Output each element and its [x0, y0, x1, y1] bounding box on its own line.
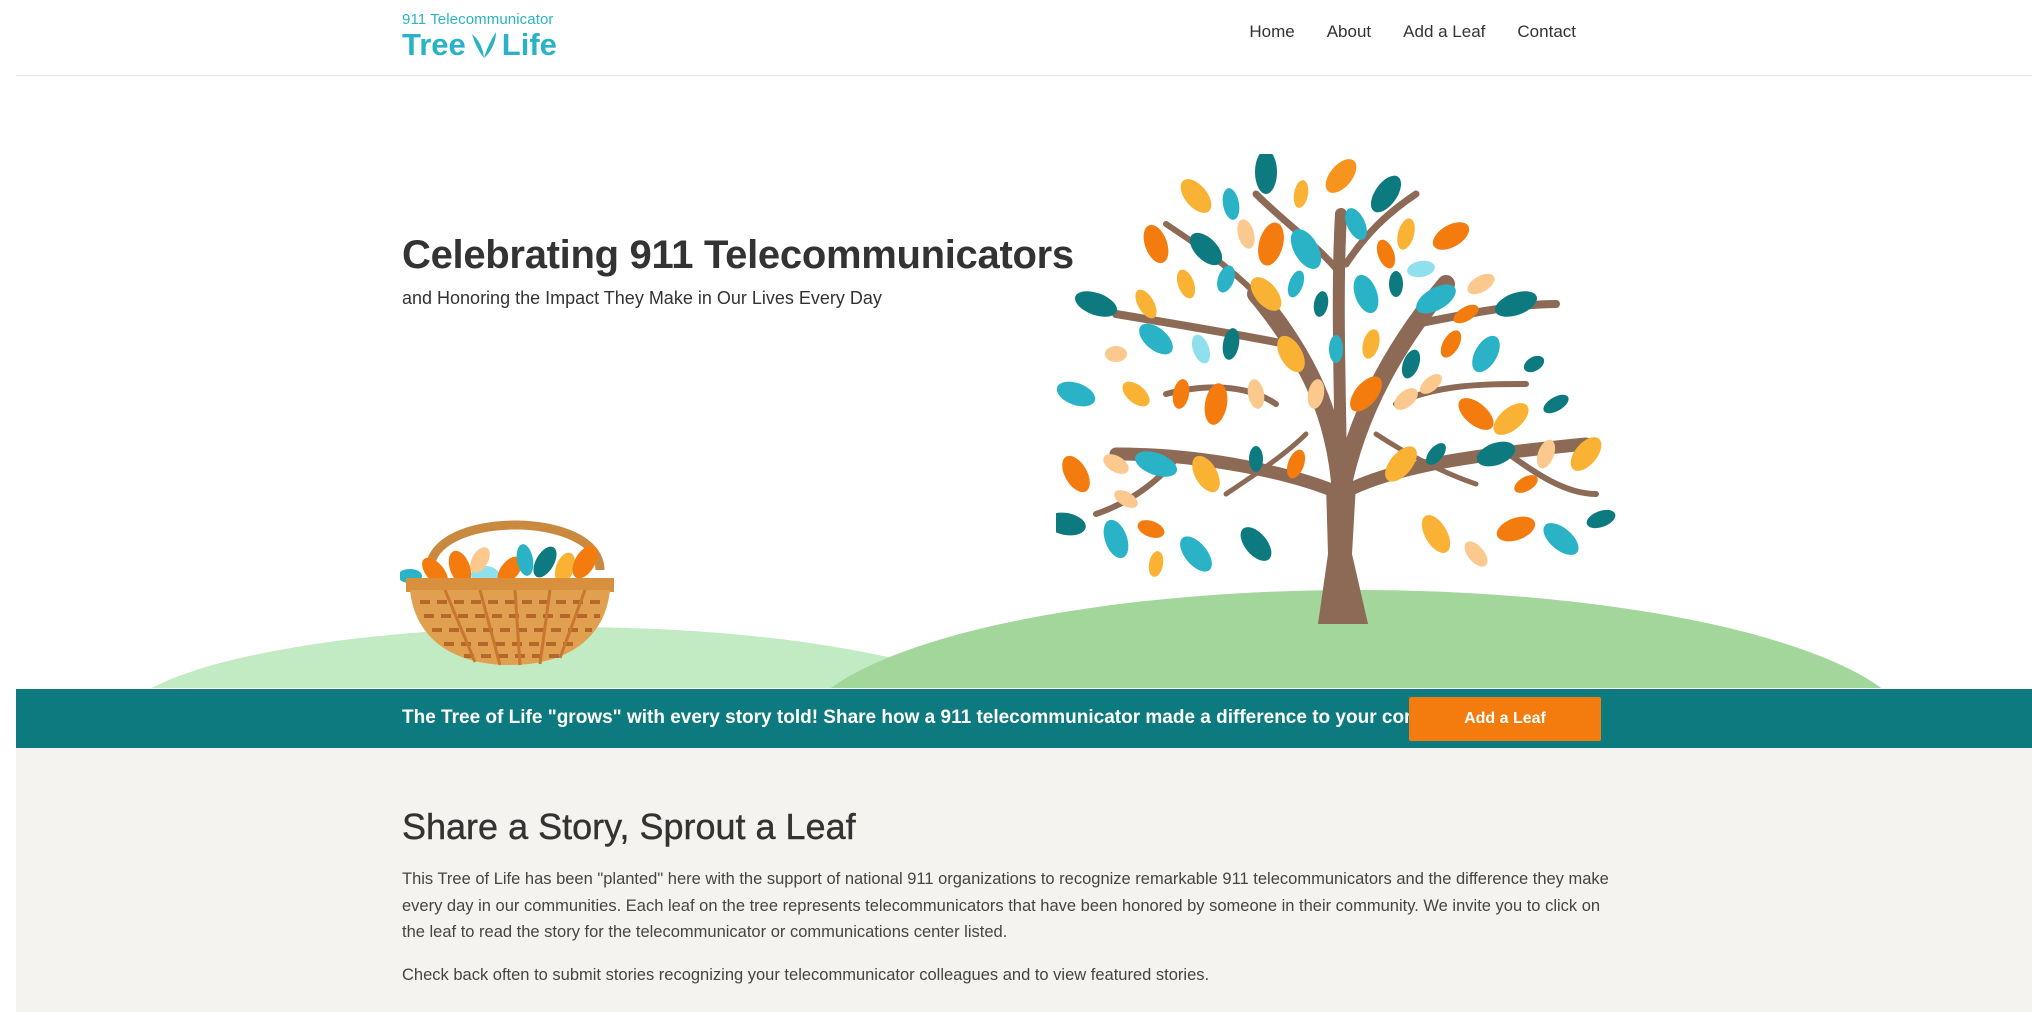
section-paragraph-1: This Tree of Life has been "planted" her… — [402, 870, 1609, 941]
hero-subtitle: and Honoring the Impact They Make in Our… — [402, 288, 882, 308]
banner-text: The Tree of Life "grows" with every stor… — [402, 707, 1488, 728]
nav-about[interactable]: About — [1327, 22, 1371, 42]
logo-word-tree: Tree — [402, 27, 466, 62]
section-paragraph-2: Check back often to submit stories recog… — [402, 966, 1210, 984]
cta-banner: The Tree of Life "grows" with every stor… — [16, 689, 2032, 748]
page-frame: 911 Telecommunicator Tree Life Home Abou… — [16, 0, 2032, 1012]
logo-tagline: 911 Telecommunicator — [402, 11, 554, 28]
hero-title: Celebrating 911 Telecommunicators — [402, 233, 1074, 277]
hero-section: Celebrating 911 Telecommunicators and Ho… — [16, 76, 2032, 688]
nav-home[interactable]: Home — [1249, 22, 1294, 42]
story-section: Share a Story, Sprout a Leaf This Tree o… — [16, 748, 2032, 1012]
tree-illustration[interactable] — [1056, 154, 1626, 624]
section-title: Share a Story, Sprout a Leaf — [402, 806, 856, 847]
main-nav: Home About Add a Leaf Contact — [1217, 22, 1576, 42]
leaf-basket-illustration[interactable] — [400, 490, 630, 670]
add-a-leaf-button[interactable]: Add a Leaf — [1409, 697, 1601, 741]
site-logo[interactable]: 911 Telecommunicator Tree Life — [402, 12, 557, 62]
logo-wordmark: Tree Life — [402, 28, 557, 62]
site-header: 911 Telecommunicator Tree Life Home Abou… — [16, 0, 2032, 76]
nav-add-a-leaf[interactable]: Add a Leaf — [1403, 22, 1485, 42]
nav-contact[interactable]: Contact — [1517, 22, 1576, 42]
leaf-logo-icon — [471, 32, 496, 58]
logo-word-life: Life — [501, 27, 557, 62]
